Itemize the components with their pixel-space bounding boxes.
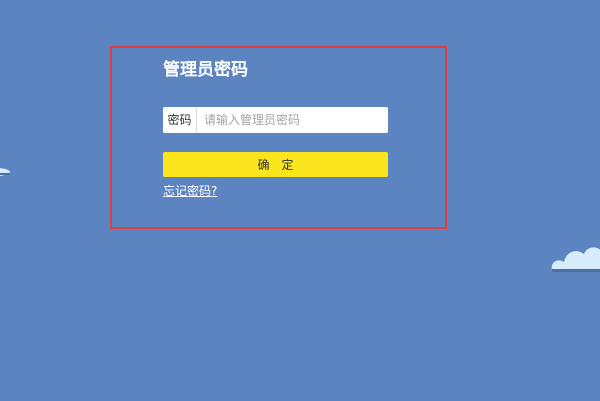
password-input[interactable] (197, 107, 388, 133)
password-label: 密码 (163, 107, 197, 133)
highlight-box (110, 46, 447, 229)
cloud-icon (0, 168, 10, 176)
confirm-button[interactable]: 确 定 (163, 152, 388, 177)
cloud-icon (551, 247, 600, 272)
password-row: 密码 (163, 107, 388, 133)
forgot-password-link[interactable]: 忘记密码? (163, 183, 217, 199)
page-title: 管理员密码 (163, 60, 248, 80)
